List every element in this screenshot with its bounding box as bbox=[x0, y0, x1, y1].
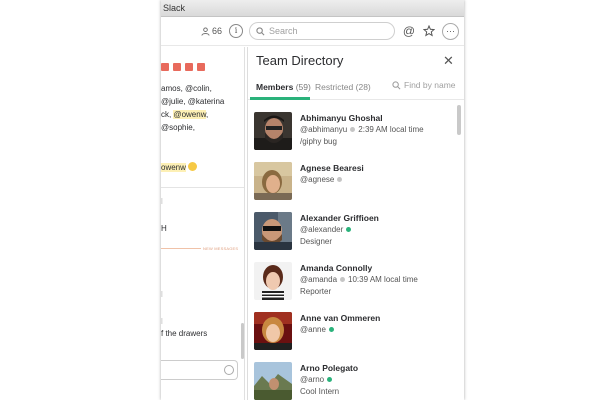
member-row[interactable]: Alexander Griffioen @alexander Designer bbox=[254, 212, 454, 256]
tab-members[interactable]: Members (59) bbox=[256, 82, 311, 92]
message-text: owenw bbox=[161, 162, 197, 172]
slack-window: Slack 66 i @ ··· amos, @colin, @jul bbox=[161, 0, 464, 400]
avatar[interactable] bbox=[254, 212, 292, 250]
emoji-picker-icon[interactable] bbox=[224, 365, 234, 375]
message-text: ck, @owenw, bbox=[161, 110, 209, 119]
panel-title: Team Directory bbox=[256, 53, 344, 68]
member-handle: @amanda 10:39 AM local time bbox=[300, 275, 418, 284]
tab-count: (59) bbox=[295, 82, 311, 92]
member-handle: @anne bbox=[300, 325, 334, 334]
member-row[interactable]: Abhimanyu Ghoshal @abhimanyu 2:39 AM loc… bbox=[254, 112, 454, 156]
new-messages-label: NEW MESSAGES bbox=[203, 246, 239, 251]
search-icon bbox=[256, 26, 265, 35]
message-input[interactable] bbox=[161, 360, 238, 380]
handle-text: @amanda bbox=[300, 275, 338, 284]
window-title: Slack bbox=[163, 3, 186, 13]
member-row[interactable]: Arno Polegato @arno Cool Intern bbox=[254, 362, 454, 400]
mention-highlight[interactable]: @owenw bbox=[173, 110, 207, 119]
member-name: Alexander Griffioen bbox=[300, 213, 379, 223]
tab-label: Members bbox=[256, 82, 294, 92]
avatar[interactable] bbox=[254, 262, 292, 300]
member-title: Cool Intern bbox=[300, 387, 340, 396]
member-name: Arno Polegato bbox=[300, 363, 359, 373]
message-fragment: l bbox=[161, 290, 163, 299]
message-text: f the drawers bbox=[161, 329, 208, 338]
member-row[interactable]: Amanda Connolly @amanda 10:39 AM local t… bbox=[254, 262, 454, 306]
search-icon bbox=[392, 80, 401, 89]
online-status-dot bbox=[346, 227, 352, 232]
tab-restricted[interactable]: Restricted (28) bbox=[315, 82, 371, 92]
member-handle: @abhimanyu 2:39 AM local time bbox=[300, 125, 424, 134]
reaction-emojis bbox=[161, 63, 205, 73]
online-status-dot bbox=[328, 327, 334, 332]
window-titlebar: Slack bbox=[161, 0, 464, 17]
tab-count: (28) bbox=[355, 82, 371, 92]
away-status-dot bbox=[337, 177, 343, 182]
member-handle: @agnese bbox=[300, 175, 343, 184]
tab-label: Restricted bbox=[315, 82, 354, 92]
message-fragment: l bbox=[161, 317, 163, 326]
handle-text: @alexander bbox=[300, 225, 344, 234]
scrollbar[interactable] bbox=[241, 323, 244, 359]
member-row[interactable]: Anne van Ommeren @anne bbox=[254, 312, 454, 356]
message-text: @julie, @katerina bbox=[161, 97, 225, 106]
find-by-name-input[interactable] bbox=[404, 80, 460, 90]
more-options-icon[interactable]: ··· bbox=[442, 23, 459, 40]
local-time: 2:39 AM local time bbox=[358, 125, 424, 134]
search-input[interactable] bbox=[269, 26, 379, 36]
away-status-dot bbox=[340, 277, 346, 282]
member-name: Abhimanyu Ghoshal bbox=[300, 113, 383, 123]
close-icon[interactable]: ✕ bbox=[443, 53, 454, 69]
info-icon[interactable]: i bbox=[229, 24, 243, 38]
search-box[interactable] bbox=[249, 22, 395, 40]
member-title: Reporter bbox=[300, 287, 332, 296]
member-name: Agnese Bearesi bbox=[300, 163, 364, 173]
member-name: Amanda Connolly bbox=[300, 263, 373, 273]
member-row[interactable]: Agnese Bearesi @agnese bbox=[254, 162, 454, 206]
scrollbar[interactable] bbox=[457, 105, 461, 135]
member-title: /giphy bug bbox=[300, 137, 337, 146]
message-text: @sophie, bbox=[161, 123, 195, 132]
handle-text: @arno bbox=[300, 375, 325, 384]
member-handle: @arno bbox=[300, 375, 333, 384]
active-tab-indicator bbox=[250, 97, 310, 100]
mention-highlight[interactable]: owenw bbox=[161, 163, 186, 172]
online-status-dot bbox=[327, 377, 333, 382]
member-name: Anne van Ommeren bbox=[300, 313, 381, 323]
away-status-dot bbox=[350, 127, 356, 132]
avatar[interactable] bbox=[254, 112, 292, 150]
avatar[interactable] bbox=[254, 162, 292, 200]
message-pane: amos, @colin, @julie, @katerina ck, @owe… bbox=[161, 47, 245, 400]
smiley-emoji-icon bbox=[187, 162, 197, 171]
avatar[interactable] bbox=[254, 362, 292, 400]
message-text: amos, @colin, bbox=[161, 84, 212, 93]
person-icon bbox=[201, 26, 210, 36]
new-messages-divider bbox=[161, 248, 201, 249]
find-by-name-box[interactable] bbox=[392, 80, 460, 90]
star-icon[interactable] bbox=[421, 23, 437, 39]
member-list: Abhimanyu Ghoshal @abhimanyu 2:39 AM loc… bbox=[248, 102, 458, 400]
member-handle: @alexander bbox=[300, 225, 352, 234]
local-time: 10:39 AM local time bbox=[348, 275, 418, 284]
channel-header: 66 i @ ··· bbox=[161, 18, 464, 46]
handle-text: @anne bbox=[300, 325, 326, 334]
member-count-value: 66 bbox=[212, 26, 223, 36]
team-directory-panel: Team Directory ✕ Members (59) Restricted… bbox=[247, 47, 464, 400]
member-title: Designer bbox=[300, 237, 333, 246]
message-fragment: l bbox=[161, 197, 163, 206]
handle-text: @agnese bbox=[300, 175, 335, 184]
avatar[interactable] bbox=[254, 312, 292, 350]
member-count-button[interactable]: 66 bbox=[201, 26, 222, 36]
message-text: H bbox=[161, 224, 167, 233]
divider bbox=[161, 187, 244, 188]
mentions-icon[interactable]: @ bbox=[401, 23, 417, 39]
handle-text: @abhimanyu bbox=[300, 125, 348, 134]
